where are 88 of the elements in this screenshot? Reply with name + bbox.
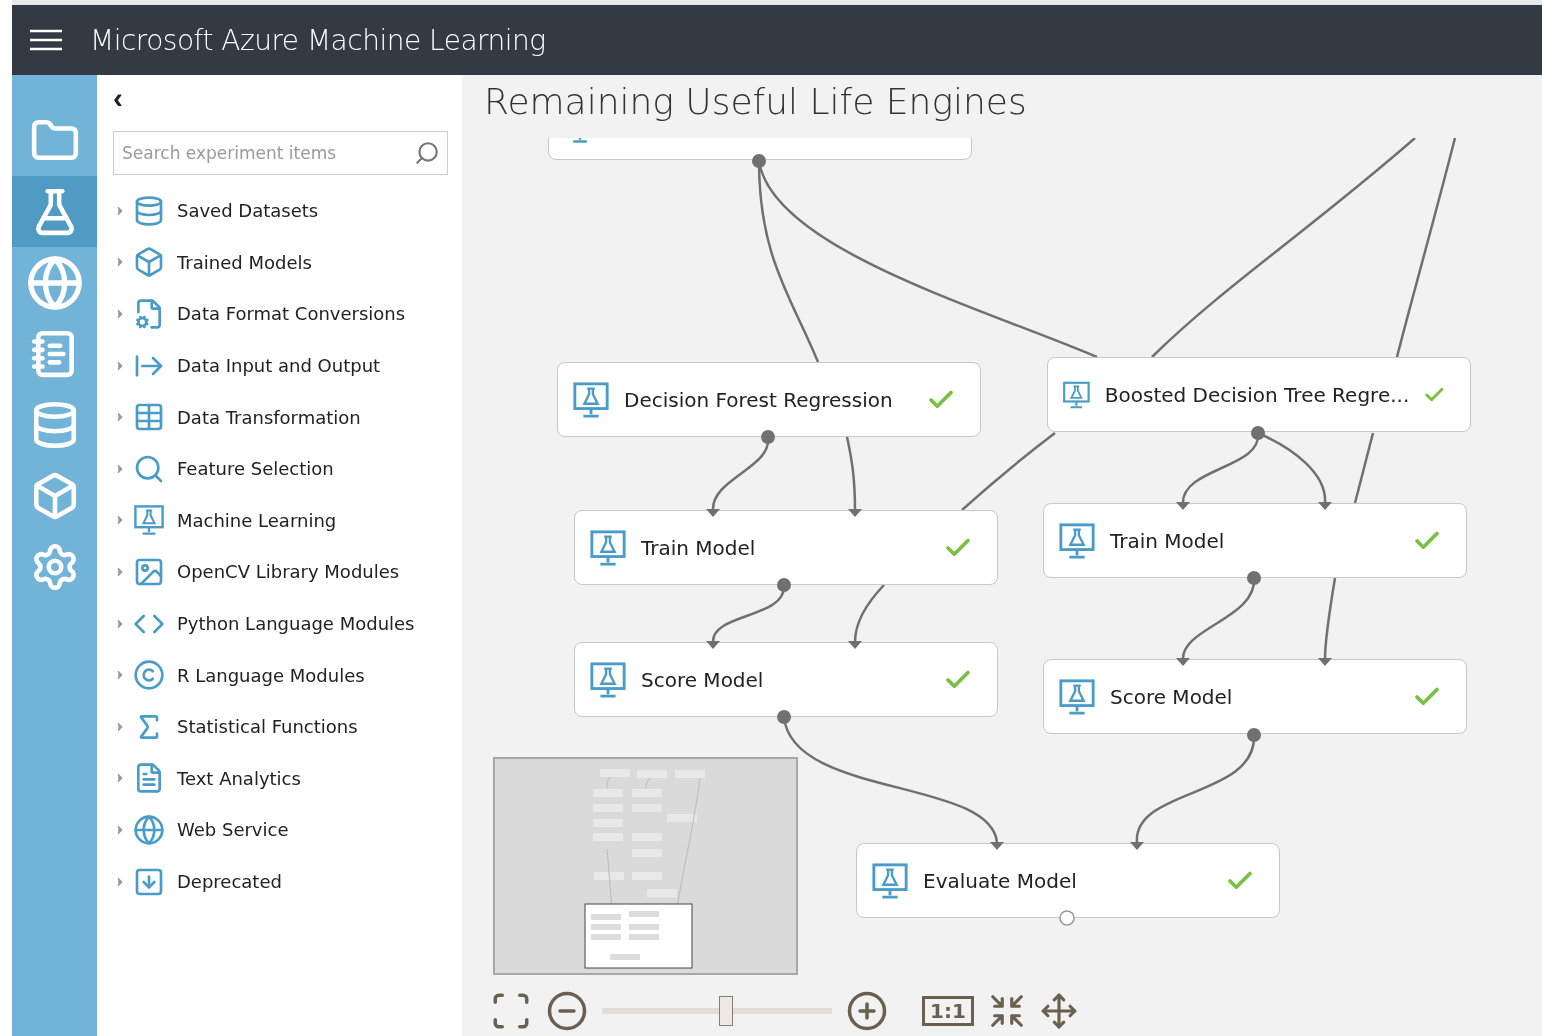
category-item[interactable]: Text Analytics (113, 752, 448, 805)
input-port[interactable] (990, 842, 1004, 850)
category-label: Statistical Functions (177, 716, 358, 738)
category-item[interactable]: Trained Models (113, 236, 448, 289)
category-item[interactable]: Web Service (113, 804, 448, 856)
output-port[interactable] (1247, 571, 1261, 585)
app-title: Microsoft Azure Machine Learning (90, 23, 546, 57)
module-title: Score Model (1110, 684, 1234, 709)
menu-icon[interactable] (30, 29, 62, 51)
module-title: Evaluate Model (923, 868, 1078, 893)
module-node[interactable]: Score Model (574, 642, 998, 717)
output-port[interactable] (761, 430, 775, 444)
cube-icon (133, 246, 165, 279)
category-item[interactable]: OpenCV Library Modules (113, 546, 448, 598)
input-port[interactable] (1130, 842, 1144, 850)
module-title: Train Model (1110, 528, 1226, 553)
module-node[interactable]: Train Model (574, 510, 998, 585)
category-item[interactable]: Data Transformation (113, 391, 448, 443)
module-node[interactable]: Boosted Decision Tree Regre... (1047, 357, 1471, 432)
output-port[interactable] (752, 154, 766, 168)
move-icon (1039, 992, 1078, 1030)
category-item[interactable]: Data Input and Output (113, 339, 448, 392)
zoom-out-icon (546, 990, 588, 1032)
monitor-icon (589, 660, 627, 699)
monitor-icon (1058, 677, 1096, 716)
category-label: Feature Selection (177, 458, 334, 480)
monitor-icon (871, 861, 909, 900)
category-label: Python Language Modules (177, 613, 415, 635)
search-icon[interactable] (414, 140, 440, 166)
globe-icon (133, 813, 165, 846)
category-label: Trained Models (177, 251, 312, 273)
zoom-in-icon (846, 990, 888, 1032)
category-label: Data Transformation (177, 406, 361, 428)
module-title: Train Model (641, 535, 757, 560)
category-label: OpenCV Library Modules (177, 561, 400, 583)
category-label: Web Service (177, 819, 289, 841)
connector-line (853, 584, 885, 643)
category-item[interactable]: Saved Datasets (113, 185, 448, 237)
module-node[interactable]: Score Model (1043, 659, 1467, 734)
monitor-icon (1058, 521, 1096, 560)
category-label: Deprecated (177, 871, 282, 892)
module-title: Decision Forest Regression (624, 387, 894, 412)
search-field[interactable]: Search experiment items (113, 131, 448, 175)
category-label: Saved Datasets (177, 200, 319, 222)
actual-size-button[interactable]: 1:1 (922, 996, 974, 1026)
module-node[interactable]: Train Model (1043, 503, 1467, 578)
category-label: R Language Modules (177, 664, 365, 686)
module-node[interactable]: Decision Forest Regression (557, 362, 981, 437)
output-port[interactable] (777, 578, 791, 592)
pan-button[interactable] (1039, 992, 1078, 1030)
category-item[interactable]: Machine Learning (113, 494, 448, 547)
module-title: Boosted Decision Tree Regre... (1104, 382, 1410, 407)
category-item[interactable]: Python Language Modules (113, 597, 448, 650)
input-port[interactable] (1176, 502, 1190, 510)
input-port[interactable] (848, 509, 862, 517)
category-item[interactable]: Data Format Conversions (113, 288, 448, 340)
category-label: Text Analytics (177, 767, 301, 789)
input-port[interactable] (706, 509, 720, 517)
output-port[interactable] (1059, 910, 1075, 926)
zoom-slider-thumb[interactable] (719, 996, 734, 1026)
input-port[interactable] (1318, 502, 1332, 510)
globe-icon (25, 253, 84, 312)
flask-tab[interactable] (12, 176, 97, 247)
input-port[interactable] (706, 641, 720, 649)
output-port[interactable] (1251, 426, 1265, 440)
monitor-icon (589, 528, 627, 567)
input-port[interactable] (1176, 658, 1190, 666)
monitor-icon (133, 504, 165, 537)
category-item[interactable]: Deprecated (113, 855, 448, 908)
database-icon (133, 194, 165, 227)
connector-line (1353, 432, 1375, 504)
experiment-title: Remaining Useful Life Engines (483, 80, 1028, 124)
zoom-out-button[interactable] (546, 990, 588, 1032)
module-title: Score Model (641, 667, 765, 692)
monitor-icon (572, 380, 610, 419)
category-item[interactable]: Statistical Functions (113, 700, 448, 753)
category-label: Data Input and Output (177, 355, 381, 377)
collapse-button[interactable]: ‹ (113, 85, 127, 111)
output-port[interactable] (777, 710, 791, 724)
zoom-in-button[interactable] (846, 990, 888, 1032)
category-item[interactable]: Feature Selection (113, 442, 448, 495)
category-label: Data Format Conversions (177, 303, 406, 325)
category-label: Machine Learning (177, 509, 337, 531)
output-port[interactable] (1247, 728, 1261, 742)
category-item[interactable]: R Language Modules (113, 649, 448, 701)
module-node[interactable]: Evaluate Model (856, 843, 1280, 918)
input-port[interactable] (848, 641, 862, 649)
input-port[interactable] (1318, 658, 1332, 666)
